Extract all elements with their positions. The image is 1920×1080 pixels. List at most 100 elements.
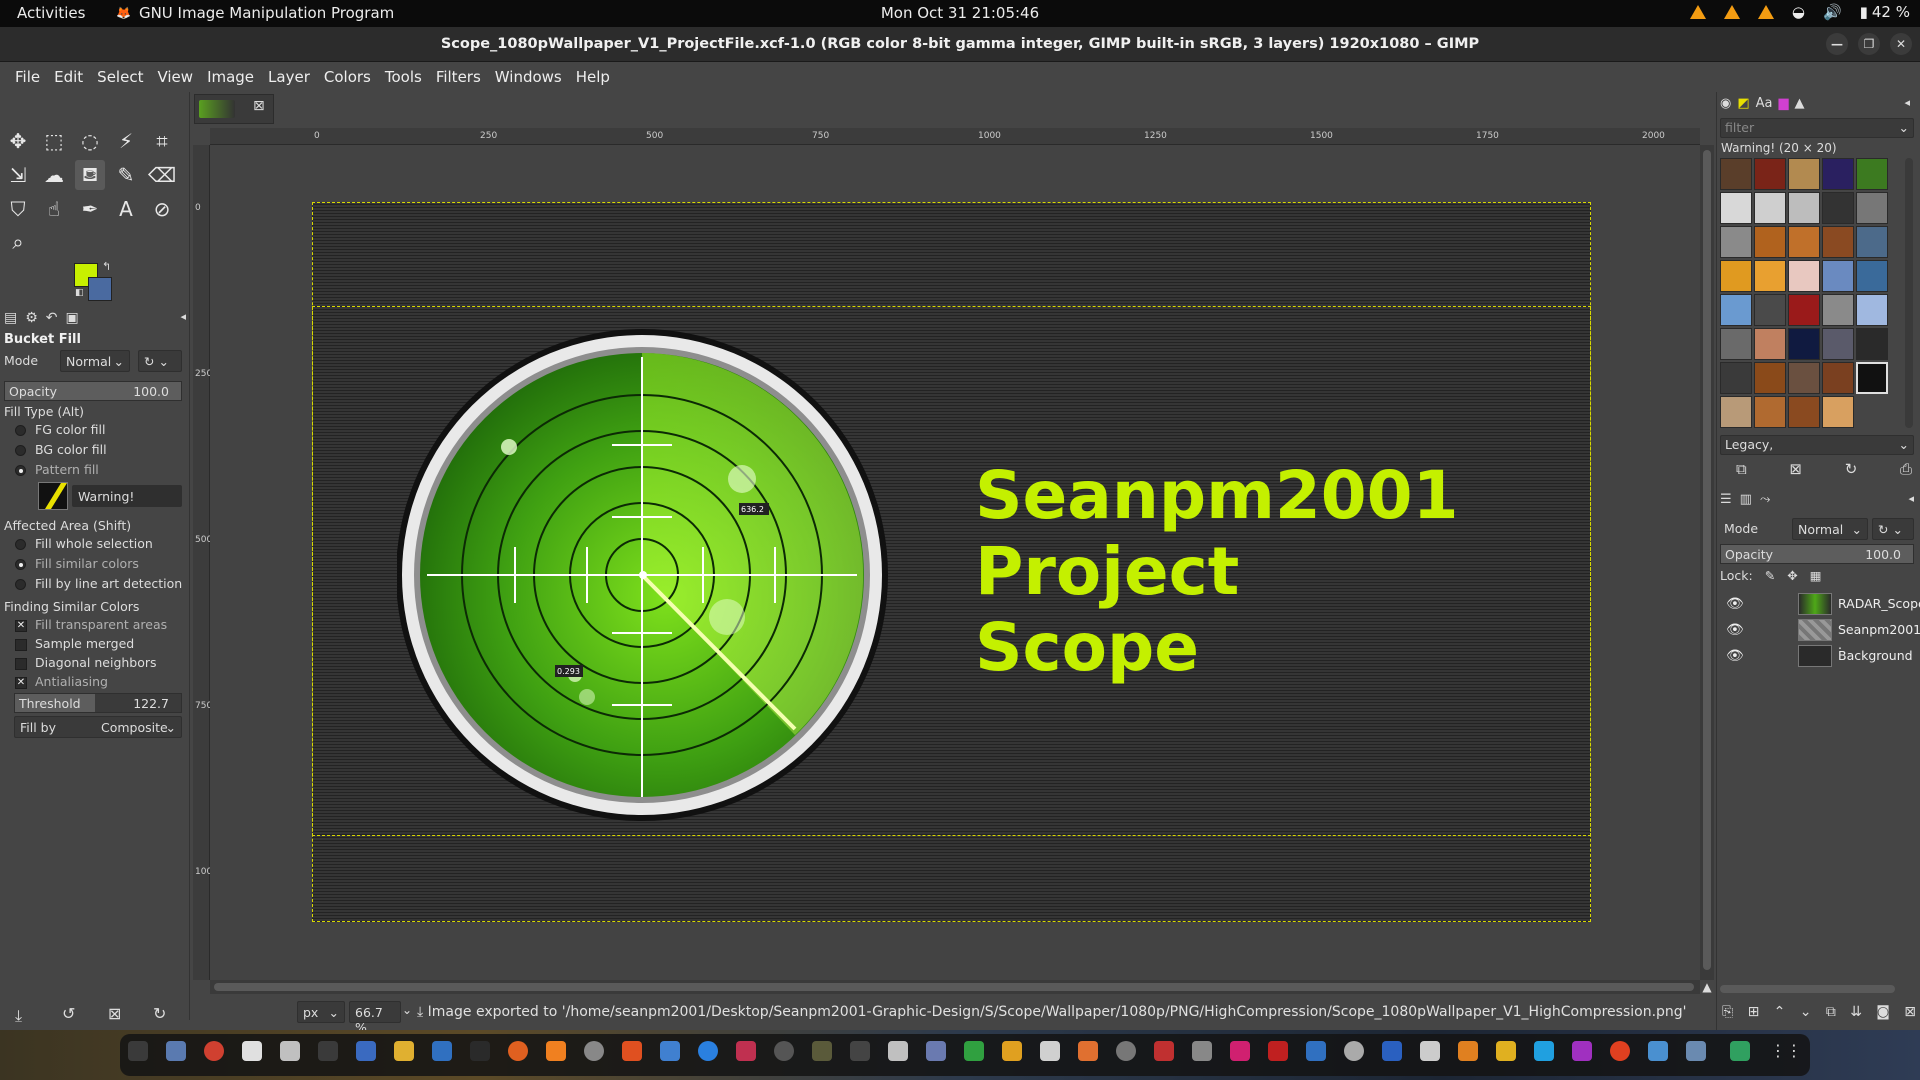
app-icon[interactable] [394, 1041, 414, 1061]
show-apps-icon[interactable]: ⋮⋮ [1770, 1041, 1802, 1061]
lasso-tool-icon[interactable]: ◌ [75, 126, 105, 156]
sample-merged-label[interactable]: Sample merged [35, 636, 134, 651]
open-pattern-icon[interactable]: ⎙ [1900, 460, 1912, 478]
threshold-slider[interactable]: Threshold 122.7 [14, 693, 182, 713]
menu-layer[interactable]: Layer [261, 68, 317, 86]
zoom-tool-icon[interactable]: ⌕ [3, 227, 33, 257]
app-icon[interactable] [850, 1041, 870, 1061]
warning-icon[interactable] [1723, 5, 1740, 19]
affected-radio-lineart[interactable] [15, 579, 26, 590]
app-icon[interactable] [1192, 1041, 1212, 1061]
clock[interactable]: Mon Oct 31 21:05:46 [881, 4, 1039, 22]
app-icon[interactable] [128, 1041, 148, 1061]
layer-mode-select[interactable]: Normal ⌄ [1792, 518, 1868, 540]
pattern-preview[interactable] [38, 482, 68, 510]
help-icon[interactable] [698, 1041, 718, 1061]
edit-pattern-icon[interactable]: ⧉ [1736, 460, 1747, 478]
vlc-icon[interactable] [546, 1041, 566, 1061]
zoom-dropdown-icon[interactable]: ⌄ [402, 1003, 412, 1017]
app-icon[interactable] [1572, 1041, 1592, 1061]
antialiasing-checkbox[interactable]: ✕ [15, 677, 27, 689]
maximize-button[interactable]: ❐ [1858, 33, 1880, 55]
brushes-tab-icon[interactable]: ◉ [1720, 96, 1731, 114]
new-layer-icon[interactable]: ⎘ [1722, 1004, 1733, 1020]
app-icon[interactable] [660, 1041, 680, 1061]
system-tray[interactable]: ◒ 🔊 ▮ 42 % [1689, 3, 1910, 21]
app-icon[interactable] [926, 1041, 946, 1061]
diagonal-neighbors-label[interactable]: Diagonal neighbors [35, 655, 157, 670]
pattern-filter-input[interactable]: filter ⌄ [1720, 118, 1914, 138]
affected-radio-similar[interactable] [15, 559, 26, 570]
layers-tab-icon[interactable]: ☰ [1720, 492, 1732, 510]
warp-tool-icon[interactable]: ☁ [39, 160, 69, 190]
tag-select[interactable]: Legacy, ⌄ [1720, 435, 1914, 455]
delete-tool-preset-icon[interactable]: ⊠ [108, 1004, 121, 1023]
warning-icon[interactable] [1757, 5, 1774, 19]
visibility-eye-icon[interactable]: 👁 [1726, 622, 1744, 638]
zoom-select[interactable]: 66.7 % [349, 1001, 401, 1035]
app-icon[interactable] [888, 1041, 908, 1061]
app-icon[interactable] [584, 1041, 604, 1061]
gradients-tab-icon[interactable]: ▆ [1779, 96, 1789, 114]
app-icon[interactable] [1458, 1041, 1478, 1061]
fill-type-radio-fg[interactable] [15, 425, 26, 436]
text-tool-icon[interactable]: A [111, 194, 141, 224]
fonts-tab-icon[interactable]: Aa [1756, 96, 1773, 114]
restore-tool-preset-icon[interactable]: ↺ [62, 1004, 75, 1023]
app-icon[interactable] [1496, 1041, 1516, 1061]
patterns-scrollbar[interactable] [1905, 158, 1913, 428]
horizontal-ruler[interactable]: 0 250 500 750 1000 1250 1500 1750 2000 [210, 128, 1700, 145]
navigate-icon[interactable]: ▲ [1700, 980, 1714, 994]
paint-dynamics-tab-icon[interactable]: ▲ [1795, 96, 1805, 114]
patterns-grid[interactable] [1720, 158, 1895, 433]
lock-position-icon[interactable]: ✥ [1787, 568, 1797, 583]
menu-tools[interactable]: Tools [378, 68, 429, 86]
image-tab[interactable]: ⊠ [194, 94, 274, 124]
app-icon[interactable] [1040, 1041, 1060, 1061]
channels-tab-icon[interactable]: ▥ [1740, 492, 1752, 510]
battery-icon[interactable]: ▮ 42 % [1860, 3, 1910, 21]
fill-transparent-checkbox[interactable]: ✕ [15, 620, 27, 632]
background-color-swatch[interactable] [88, 277, 112, 301]
reset-tool-options-icon[interactable]: ↻ [153, 1004, 166, 1023]
mask-layer-icon[interactable]: ◙ [1876, 1004, 1890, 1020]
affected-whole-label[interactable]: Fill whole selection [35, 536, 153, 551]
terminal-icon[interactable] [470, 1041, 490, 1061]
firefox-icon[interactable] [508, 1041, 528, 1061]
layer-row[interactable]: 👁 Seanpm2001 . [1720, 617, 1920, 652]
scale-tool-icon[interactable]: ⇲ [3, 160, 33, 190]
delete-layer-icon[interactable]: ⊠ [1904, 1004, 1916, 1020]
panel-menu-icon[interactable]: ◂ [180, 310, 186, 328]
volume-icon[interactable]: 🔊 [1823, 3, 1842, 21]
layer-mode-reset[interactable]: ↻ ⌄ [1872, 518, 1914, 540]
tool-options-tab-icon[interactable]: ▤ [4, 310, 17, 328]
app-icon[interactable] [1344, 1041, 1364, 1061]
menu-view[interactable]: View [150, 68, 200, 86]
fill-transparent-label[interactable]: Fill transparent areas [35, 617, 167, 632]
menu-help[interactable]: Help [569, 68, 617, 86]
app-icon[interactable] [242, 1041, 262, 1061]
menu-colors[interactable]: Colors [317, 68, 378, 86]
move-tool-icon[interactable]: ✥ [3, 126, 33, 156]
fill-type-radio-bg[interactable] [15, 445, 26, 456]
fuzzy-select-tool-icon[interactable]: ⚡ [111, 126, 141, 156]
vertical-scrollbar[interactable] [1700, 145, 1714, 980]
app-icon[interactable] [774, 1041, 794, 1061]
refresh-patterns-icon[interactable]: ↻ [1845, 460, 1858, 478]
vertical-ruler[interactable]: 0 250 500 750 1000 [193, 145, 218, 980]
visibility-eye-icon[interactable]: 👁 [1726, 596, 1744, 612]
opacity-slider[interactable]: Opacity 100.0 [4, 381, 182, 401]
close-button[interactable]: ✕ [1890, 33, 1912, 55]
lock-alpha-icon[interactable]: ▦ [1810, 568, 1822, 583]
reset-mode-button[interactable]: ↻ ⌄ [138, 350, 182, 372]
visibility-eye-icon[interactable]: 👁 [1726, 648, 1744, 664]
bucket-fill-tool-icon[interactable]: ⛾ [75, 160, 105, 190]
minimize-button[interactable]: — [1826, 33, 1848, 55]
close-tab-icon[interactable]: ⊠ [253, 98, 265, 114]
menu-edit[interactable]: Edit [47, 68, 90, 86]
eraser-tool-icon[interactable]: ⌫ [147, 160, 177, 190]
horizontal-scrollbar[interactable] [210, 980, 1700, 994]
unit-select[interactable]: px ⌄ [297, 1001, 345, 1023]
app-icon[interactable] [1686, 1041, 1706, 1061]
delete-pattern-icon[interactable]: ⊠ [1789, 460, 1802, 478]
